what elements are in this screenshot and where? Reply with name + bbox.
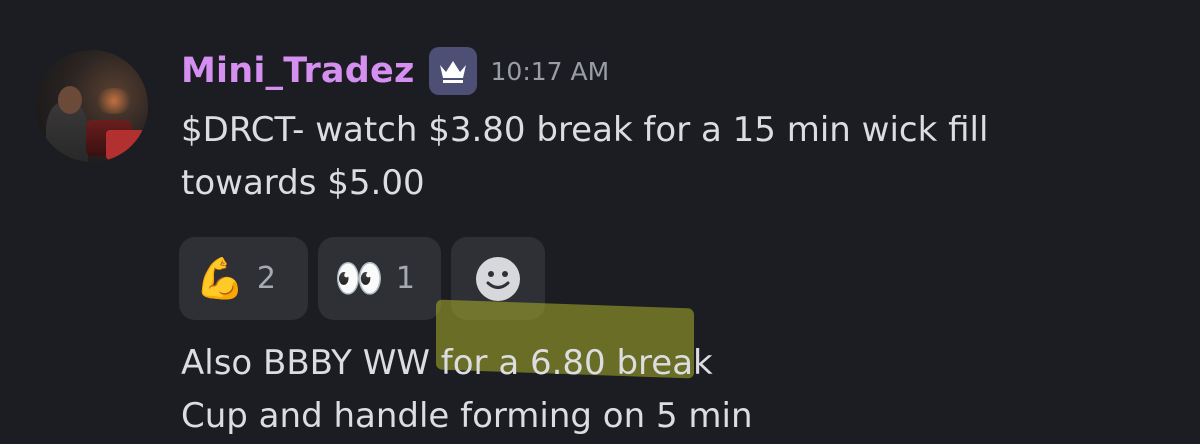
message-line: Also BBBY WW for a 6.80 break xyxy=(181,343,713,383)
username[interactable]: Mini_Tradez xyxy=(181,51,415,91)
message-line: towards $5.00 xyxy=(181,163,425,203)
reaction-eyes[interactable]: 👀 1 xyxy=(318,237,441,320)
message-timestamp[interactable]: 10:17 AM xyxy=(491,57,610,86)
message-header: Mini_Tradez 10:17 AM xyxy=(181,46,609,96)
reaction-count: 1 xyxy=(395,261,415,296)
reaction-count: 2 xyxy=(256,261,276,296)
message-line: $DRCT- watch $3.80 break for a 15 min wi… xyxy=(181,110,989,150)
eyes-icon: 👀 xyxy=(334,255,384,302)
avatar-face xyxy=(58,86,82,114)
reaction-flexed-biceps[interactable]: 💪 2 xyxy=(179,237,308,320)
avatar-seat xyxy=(106,130,146,160)
message-line: Cup and handle forming on 5 min xyxy=(181,396,753,436)
crown-icon[interactable] xyxy=(428,47,477,95)
add-reaction-smiley-icon xyxy=(476,256,520,301)
user-avatar[interactable] xyxy=(36,50,148,162)
avatar-bg-light xyxy=(94,88,134,114)
message-content-followup: Also BBBY WW for a 6.80 break Cup and ha… xyxy=(181,337,753,443)
message-content: $DRCT- watch $3.80 break for a 15 min wi… xyxy=(181,104,988,210)
flexed-biceps-icon: 💪 xyxy=(195,255,245,302)
